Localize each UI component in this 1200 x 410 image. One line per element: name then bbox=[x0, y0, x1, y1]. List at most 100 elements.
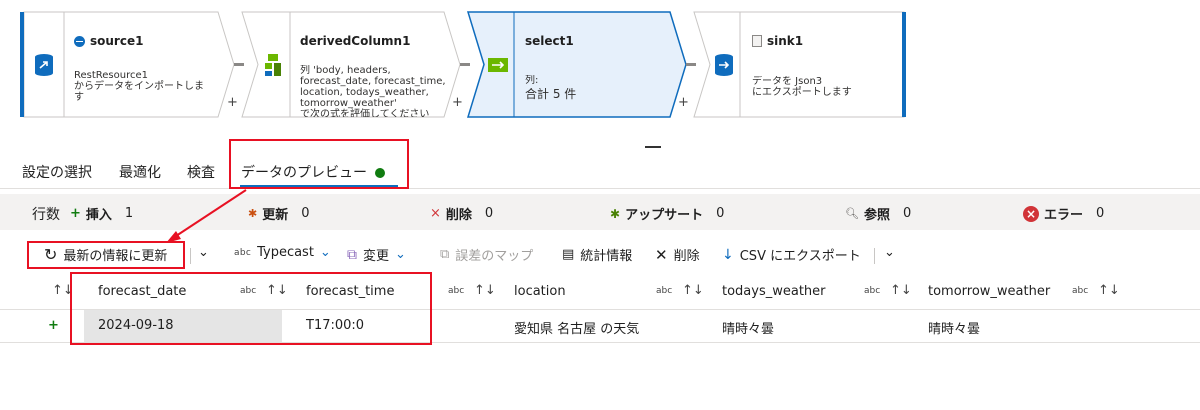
source-badge-icon bbox=[74, 35, 85, 47]
type-abc-icon: abc bbox=[656, 286, 673, 296]
export-csv-label: CSV にエクスポート bbox=[739, 249, 861, 264]
type-abc-icon: abc bbox=[864, 286, 881, 296]
column-header-todays-weather[interactable]: todays_weather abc ↑↓ bbox=[708, 276, 916, 308]
table-cell[interactable]: 晴時々曇 bbox=[708, 310, 908, 342]
preview-stats-bar: 行数 + 挿入 1 ✱ 更新 0 × 削除 0 ✱ アップサート 0 🔍︎ 参照… bbox=[0, 194, 1200, 230]
chevron-down-icon: ⌄ bbox=[884, 245, 895, 260]
node-derivedColumn1[interactable]: derivedColumn1 列 'body, headers, forecas… bbox=[241, 11, 461, 118]
stat-update-value: 0 bbox=[301, 206, 310, 221]
stat-lookup-label: 参照 bbox=[863, 208, 890, 223]
stat-insert-label: 挿入 bbox=[85, 208, 112, 223]
modify-label: 変更 bbox=[363, 249, 390, 264]
update-icon: ✱ bbox=[248, 207, 258, 220]
delete-label: 削除 bbox=[673, 249, 700, 264]
typecast-button[interactable]: abc Typecast ⌄ bbox=[234, 245, 331, 260]
toolbar-separator bbox=[874, 248, 875, 264]
export-csv-button[interactable]: ↓ CSV にエクスポート bbox=[722, 245, 861, 265]
node-title-text: source1 bbox=[90, 34, 144, 48]
stat-update: ✱ 更新 0 bbox=[248, 204, 310, 223]
chevron-down-icon: ⌄ bbox=[395, 247, 406, 262]
more-options-dropdown[interactable]: ⌄ bbox=[198, 245, 209, 260]
node-select-title: select1 bbox=[525, 34, 574, 48]
close-icon: ✕ bbox=[655, 245, 668, 264]
derived-column-icon bbox=[256, 12, 290, 117]
typecast-label: Typecast bbox=[257, 245, 314, 260]
stat-error-value: 0 bbox=[1096, 206, 1105, 221]
stat-lookup-value: 0 bbox=[902, 206, 912, 221]
divider bbox=[0, 188, 1200, 189]
node-sink-title: sink1 bbox=[752, 34, 803, 48]
node-select1[interactable]: select1 列: 合計 5 件 bbox=[466, 11, 687, 118]
column-header-location[interactable]: location abc ↑↓ bbox=[500, 276, 708, 308]
map-icon: ⧉ bbox=[440, 247, 450, 262]
json-file-icon bbox=[752, 35, 762, 47]
select-icon bbox=[482, 12, 514, 117]
error-map-button[interactable]: ⧉ 誤差のマップ bbox=[440, 245, 533, 264]
stat-delete-label: 削除 bbox=[445, 208, 472, 223]
error-icon: × bbox=[1023, 205, 1039, 222]
column-name: location bbox=[514, 284, 566, 299]
toolbar-separator bbox=[190, 248, 191, 264]
type-abc-icon: abc bbox=[448, 286, 465, 296]
node-title-text: sink1 bbox=[767, 34, 804, 48]
column-name: tomorrow_weather bbox=[928, 284, 1051, 299]
stat-delete-value: 0 bbox=[484, 206, 494, 221]
sort-icon[interactable]: ↑↓ bbox=[474, 283, 496, 298]
panel-resize-handle[interactable] bbox=[645, 146, 661, 148]
add-after-derived-button[interactable]: + bbox=[452, 95, 463, 110]
statistics-button[interactable]: ▤ 統計情報 bbox=[562, 245, 632, 264]
column-header-tomorrow-weather[interactable]: tomorrow_weather abc ↑↓ bbox=[916, 276, 1124, 308]
add-after-select-button[interactable]: + bbox=[678, 95, 689, 110]
stat-error-label: エラー bbox=[1044, 208, 1084, 223]
tab-select-settings[interactable]: 設定の選択 bbox=[22, 162, 92, 182]
source-icon bbox=[24, 12, 64, 117]
statistics-label: 統計情報 bbox=[580, 249, 633, 264]
node-source1[interactable]: source1 RestResource1 からデータをインポートしま す bbox=[20, 11, 235, 118]
column-name: todays_weather bbox=[722, 284, 826, 299]
node-select-desc-value: 合計 5 件 bbox=[525, 88, 577, 101]
insert-icon: + bbox=[70, 206, 81, 221]
chevron-down-icon: ⌄ bbox=[198, 245, 209, 260]
statistics-icon: ▤ bbox=[562, 247, 575, 262]
annotation-box-columns bbox=[70, 272, 432, 345]
tab-inspect[interactable]: 検査 bbox=[187, 162, 215, 182]
stat-update-label: 更新 bbox=[262, 208, 289, 223]
node-source1-title: source1 bbox=[74, 34, 143, 48]
stat-upsert-value: 0 bbox=[716, 206, 725, 221]
stat-error: × エラー 0 bbox=[1023, 204, 1104, 223]
error-map-label: 誤差のマップ bbox=[455, 249, 534, 264]
stat-lookup: 🔍︎ 参照 0 bbox=[845, 204, 911, 223]
sort-icon[interactable]: ↑↓ bbox=[682, 283, 704, 298]
annotation-box-refresh bbox=[27, 241, 185, 269]
lookup-icon: 🔍︎ bbox=[845, 207, 859, 220]
stat-insert: + 挿入 1 bbox=[70, 204, 133, 223]
modify-icon: ⧉ bbox=[347, 246, 357, 263]
node-sink1[interactable]: sink1 データを Json3 にエクスポートします bbox=[693, 11, 908, 118]
add-after-source1-button[interactable]: + bbox=[227, 95, 238, 110]
stat-upsert: ✱ アップサート 0 bbox=[610, 204, 724, 223]
node-derived-title: derivedColumn1 bbox=[300, 34, 411, 48]
overflow-dropdown[interactable]: ⌄ bbox=[884, 245, 895, 260]
sort-icon[interactable]: ↑↓ bbox=[1098, 283, 1120, 298]
stat-rows: 行数 bbox=[32, 204, 60, 224]
modify-button[interactable]: ⧉ 変更 ⌄ bbox=[347, 245, 406, 265]
chevron-down-icon: ⌄ bbox=[319, 245, 331, 260]
stat-upsert-label: アップサート bbox=[625, 208, 704, 223]
sort-icon[interactable]: ↑↓ bbox=[890, 283, 912, 298]
table-cell[interactable]: 愛知県 名古屋 の天気 bbox=[500, 310, 700, 342]
table-cell[interactable]: 晴時々曇 bbox=[916, 310, 1116, 342]
upsert-icon: ✱ bbox=[610, 206, 621, 221]
typecast-abc-icon: abc bbox=[234, 247, 252, 258]
node-derived-desc: 列 'body, headers, forecast_date, forecas… bbox=[300, 65, 446, 117]
tab-optimize[interactable]: 最適化 bbox=[119, 162, 161, 182]
type-abc-icon: abc bbox=[1072, 286, 1089, 296]
download-icon: ↓ bbox=[722, 246, 734, 263]
settings-tabs: 設定の選択 最適化 検査 データのプレビュー bbox=[0, 158, 1200, 188]
stat-delete: × 削除 0 bbox=[430, 204, 493, 223]
delete-icon: × bbox=[430, 206, 441, 221]
node-sink-desc: データを Json3 にエクスポートします bbox=[752, 76, 852, 98]
annotation-box-preview-tab bbox=[229, 139, 409, 189]
node-select-desc-label: 列: bbox=[525, 75, 539, 86]
delete-column-button[interactable]: ✕ 削除 bbox=[655, 245, 700, 265]
pipeline-canvas: source1 RestResource1 からデータをインポートしま す + … bbox=[0, 0, 1200, 148]
